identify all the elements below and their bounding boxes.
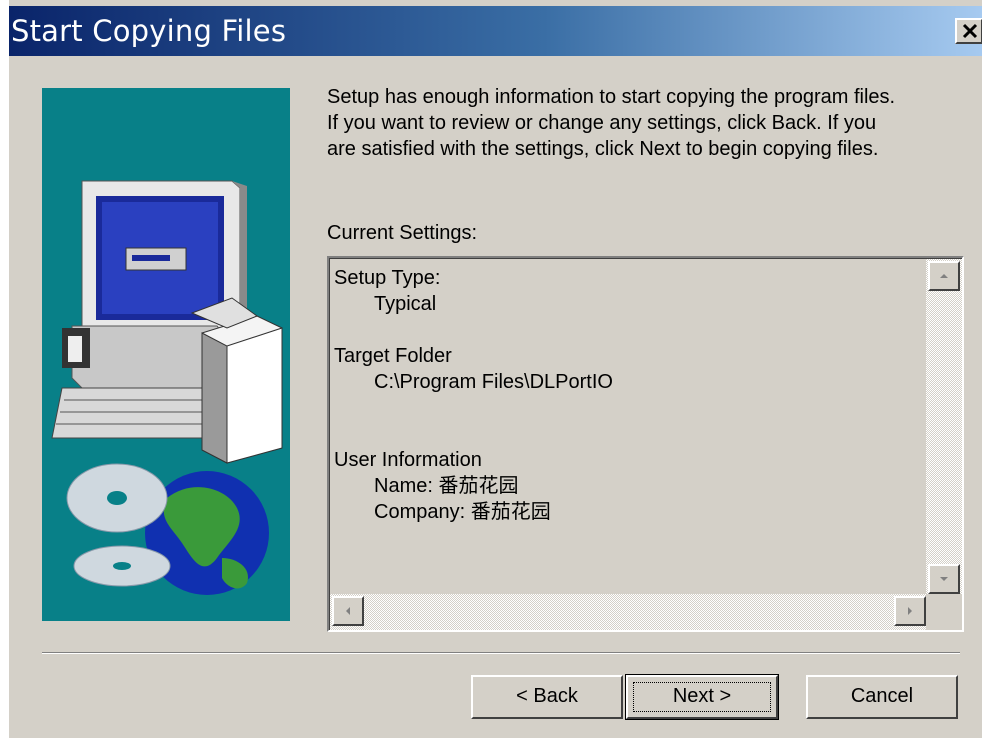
back-button-label: < Back (516, 685, 578, 707)
scroll-right-button[interactable] (894, 596, 926, 626)
scrollbar-corner (926, 594, 962, 630)
title-bar[interactable]: Start Copying Files (9, 6, 982, 56)
current-settings-label: Current Settings: (327, 222, 478, 244)
back-button[interactable]: < Back (471, 675, 623, 719)
setting-heading: User Information (334, 449, 482, 471)
separator-line (42, 652, 960, 654)
scroll-up-button[interactable] (928, 261, 960, 291)
next-button-label: Next > (672, 685, 732, 707)
setting-value: C:\Program Files\DLPortIO (374, 371, 613, 393)
scroll-down-button[interactable] (928, 564, 960, 594)
cancel-button-label: Cancel (850, 685, 914, 707)
setup-dialog: Start Copying Files Setup has enough inf… (9, 0, 982, 738)
scroll-right-icon (908, 607, 912, 615)
intro-line: are satisfied with the settings, click N… (327, 138, 879, 160)
setting-heading: Setup Type: (334, 267, 441, 289)
setting-heading: Target Folder (334, 345, 452, 367)
vertical-scrollbar[interactable] (926, 259, 962, 594)
close-icon (962, 23, 978, 39)
scroll-left-icon (346, 607, 350, 615)
scroll-up-icon (940, 274, 948, 278)
scroll-left-button[interactable] (332, 596, 364, 626)
scroll-down-icon (940, 577, 948, 581)
intro-line: Setup has enough information to start co… (327, 86, 896, 108)
settings-lines: Setup Type: Typical Target Folder C:\Pro… (334, 265, 613, 525)
horizontal-scrollbar[interactable] (330, 594, 926, 630)
next-button[interactable]: Next > (625, 674, 779, 720)
computer-illustration (42, 88, 290, 621)
setting-value: Company: 番茄花园 (374, 501, 551, 523)
close-button[interactable] (955, 18, 982, 44)
current-settings-box[interactable]: Setup Type: Typical Target Folder C:\Pro… (327, 256, 964, 632)
setting-value: Name: 番茄花园 (374, 475, 519, 497)
setting-value: Typical (374, 293, 437, 315)
intro-line: If you want to review or change any sett… (327, 112, 877, 134)
cancel-button[interactable]: Cancel (806, 675, 958, 719)
window-title: Start Copying Files (11, 14, 287, 48)
intro-text: Setup has enough information to start co… (327, 84, 957, 162)
